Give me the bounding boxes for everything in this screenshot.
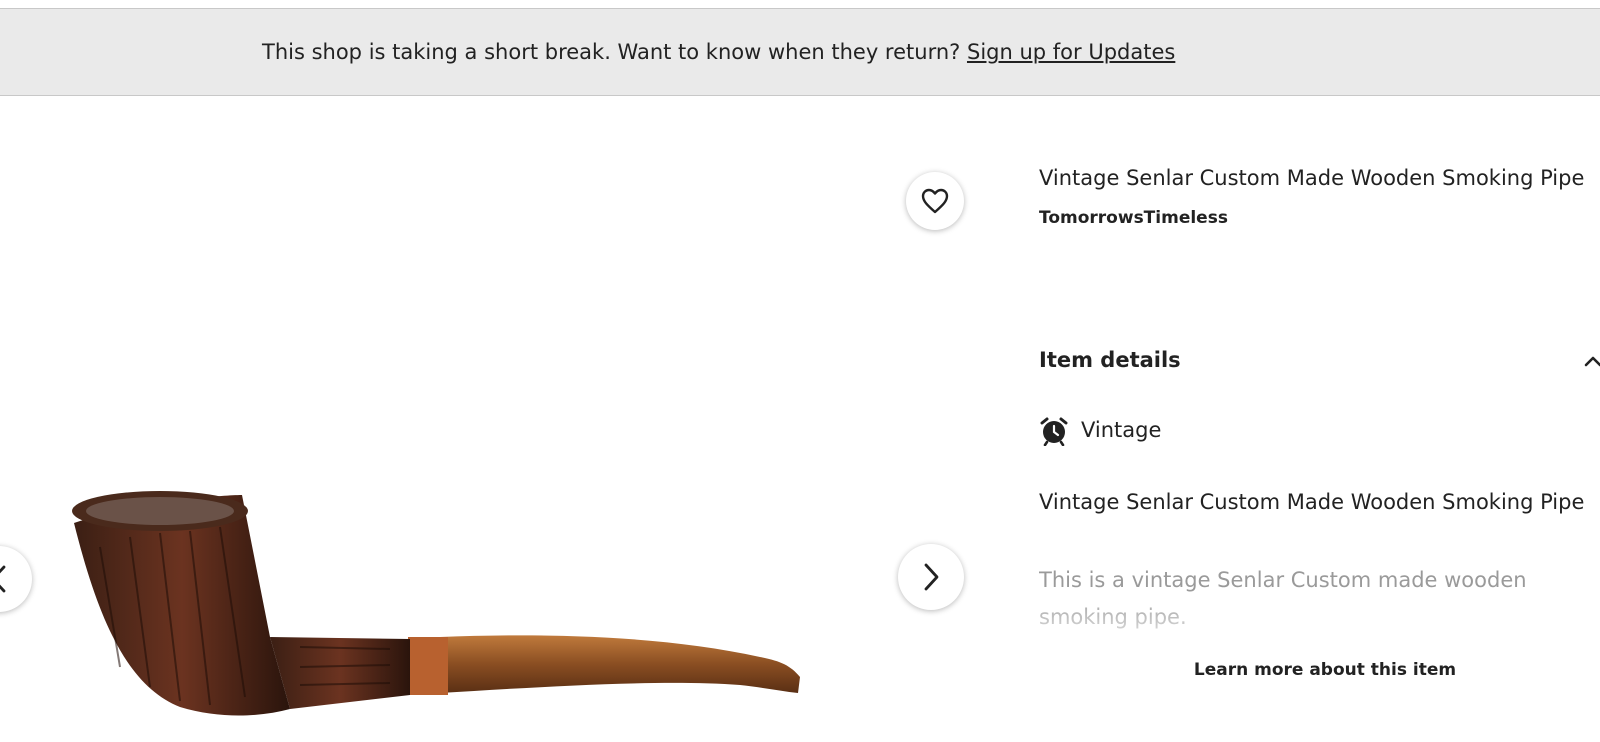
banner-message: This shop is taking a short break. Want … bbox=[262, 40, 961, 64]
chevron-left-icon bbox=[0, 565, 6, 593]
description-text: This is a vintage Senlar Custom made woo… bbox=[1039, 568, 1527, 629]
item-details-heading: Item details bbox=[1039, 348, 1181, 372]
description-title: Vintage Senlar Custom Made Wooden Smokin… bbox=[1039, 490, 1585, 514]
listing-image-carousel bbox=[0, 97, 975, 742]
heart-icon bbox=[921, 188, 949, 214]
top-divider bbox=[0, 0, 1600, 9]
alarm-clock-icon bbox=[1040, 417, 1068, 446]
shop-break-banner: This shop is taking a short break. Want … bbox=[0, 9, 1600, 96]
vintage-label: Vintage bbox=[1081, 418, 1162, 442]
listing-title: Vintage Senlar Custom Made Wooden Smokin… bbox=[1039, 166, 1585, 190]
banner-text: This shop is taking a short break. Want … bbox=[262, 40, 1175, 64]
chevron-right-icon bbox=[924, 563, 939, 591]
next-image-button[interactable] bbox=[898, 544, 964, 610]
previous-image-button[interactable] bbox=[0, 546, 32, 612]
shop-name-link[interactable]: TomorrowsTimeless bbox=[1039, 208, 1228, 228]
chevron-up-icon bbox=[1584, 356, 1600, 367]
learn-more-button[interactable]: Learn more about this item bbox=[1160, 660, 1490, 680]
item-details-toggle[interactable]: Item details bbox=[1039, 348, 1600, 380]
listing-image bbox=[72, 491, 800, 716]
favorite-button[interactable] bbox=[906, 172, 964, 230]
sign-up-updates-link[interactable]: Sign up for Updates bbox=[967, 40, 1175, 64]
